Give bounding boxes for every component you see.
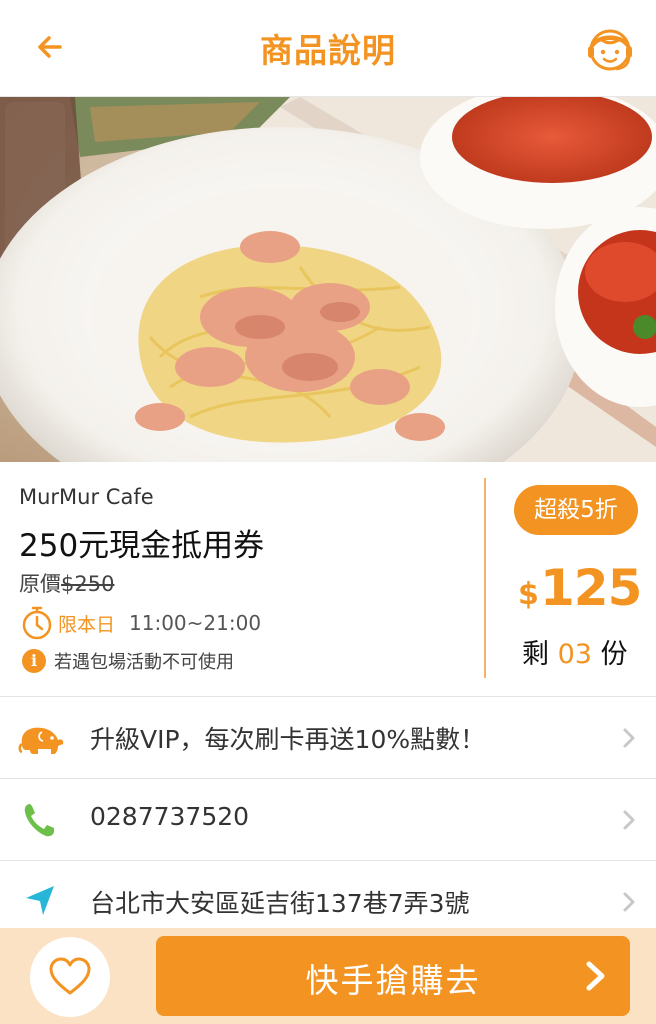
product-name: 250元現金抵用券 [19, 528, 265, 564]
vip-upgrade-row[interactable]: 升級VIP，每次刷卡再送10%點數！ [0, 698, 656, 778]
chevron-right-icon [586, 961, 605, 991]
store-name: MurMur Cafe [19, 485, 154, 509]
chevron-right-icon [623, 728, 635, 748]
customer-service-icon [588, 29, 632, 71]
remaining-suffix: 份 [600, 639, 628, 670]
divider [0, 778, 656, 779]
availability-label: 限本日 [58, 613, 116, 636]
original-price: 原價$250 [19, 568, 114, 598]
vip-row-text: 升級VIP，每次刷卡再送10%點數！ [90, 725, 486, 754]
chevron-right-icon [623, 892, 635, 912]
phone-row[interactable]: 0287737520 [0, 780, 656, 860]
business-hours: 11:00~21:00 [129, 611, 262, 635]
favorite-button[interactable] [30, 937, 110, 1017]
remaining-stock: 剩 03 份 [522, 632, 628, 671]
price-value: 125 [540, 559, 642, 617]
location-arrow-icon [26, 886, 54, 915]
bottom-action-bar: 快手搶購去 [0, 928, 656, 1024]
notice-text: 若遇包場活動不可使用 [54, 652, 234, 673]
alarm-clock-icon [22, 606, 52, 640]
phone-number: 0287737520 [90, 802, 250, 831]
notice-row: i 若遇包場活動不可使用 [22, 648, 234, 674]
chevron-right-icon [623, 810, 635, 830]
original-price-value: $250 [61, 572, 115, 596]
remaining-qty: 03 [557, 639, 592, 670]
product-image [0, 97, 656, 462]
buy-button-label: 快手搶購去 [305, 961, 481, 1000]
phone-icon [24, 804, 54, 837]
divider [0, 696, 656, 697]
original-price-label: 原價 [19, 572, 61, 596]
info-icon: i [22, 649, 46, 673]
page-title: 商品說明 [260, 31, 396, 70]
discount-badge: 超殺5折 [514, 485, 638, 535]
buy-now-button[interactable]: 快手搶購去 [156, 936, 630, 1016]
currency-symbol: $ [518, 577, 539, 612]
heart-icon [49, 957, 91, 995]
header-bar: 商品說明 [0, 0, 656, 97]
vertical-divider [484, 478, 486, 678]
address-row[interactable]: 台北市大安區延吉街137巷7弄3號 [0, 862, 656, 928]
remaining-prefix: 剩 [522, 639, 549, 670]
address-text: 台北市大安區延吉街137巷7弄3號 [90, 889, 470, 918]
divider [0, 860, 656, 861]
elephant-icon [18, 727, 64, 754]
customer-service-button[interactable] [582, 20, 638, 76]
availability-row: 限本日 11:00~21:00 [20, 605, 261, 641]
product-info: MurMur Cafe 250元現金抵用券 原價$250 限本日 11:00~2… [0, 462, 656, 696]
